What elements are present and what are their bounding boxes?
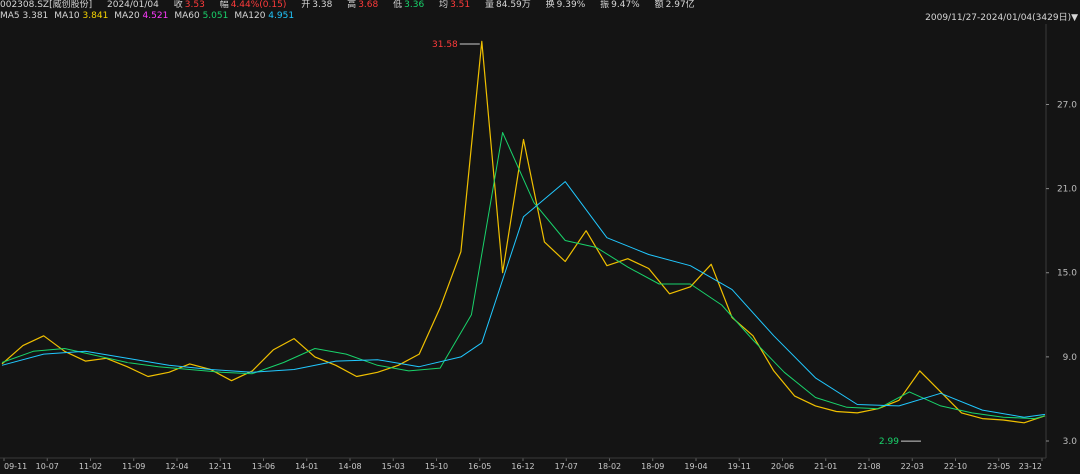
x-tick-label: 14-08 — [338, 462, 361, 471]
x-tick-label: 19-11 — [728, 462, 751, 471]
price-line-3 — [1, 181, 1046, 418]
x-tick-label: 23-05 — [987, 462, 1010, 471]
x-tick-label: 21-08 — [857, 462, 880, 471]
x-tick-label: 22-10 — [944, 462, 967, 471]
y-tick-label: 15.0 — [1057, 269, 1077, 279]
x-tick-label: 21-01 — [814, 462, 837, 471]
y-tick-label: 21.0 — [1057, 185, 1077, 195]
price-chart[interactable]: 3.0 9.0 15.0 21.0 27.0 09-11 10-07 11-02 11-09 12… — [0, 0, 1080, 474]
x-tick-label: 12-04 — [165, 462, 188, 471]
x-tick-label: 20-06 — [771, 462, 794, 471]
x-tick-label: 23-12 — [1019, 462, 1042, 471]
max-price-label: 31.58 — [432, 40, 458, 50]
y-tick-label: 27.0 — [1057, 100, 1077, 110]
x-tick-label: 14-01 — [295, 462, 318, 471]
x-tick-label: 18-02 — [598, 462, 621, 471]
x-tick-label: 19-04 — [684, 462, 707, 471]
price-line-1 — [1, 40, 1046, 424]
x-tick-label: 09-11 — [4, 462, 27, 471]
x-tick-label: 16-12 — [511, 462, 534, 471]
x-tick-label: 10-07 — [36, 462, 59, 471]
x-tick-label: 22-03 — [901, 462, 924, 471]
x-tick-label: 18-09 — [641, 462, 664, 471]
x-tick-label: 15-03 — [382, 462, 405, 471]
price-line-2 — [1, 132, 1046, 420]
x-tick-label: 11-09 — [122, 462, 145, 471]
x-tick-label: 15-10 — [425, 462, 448, 471]
min-price-label: 2.99 — [879, 437, 899, 447]
x-tick-label: 11-02 — [79, 462, 102, 471]
x-tick-label: 13-06 — [252, 462, 275, 471]
x-tick-label: 17-07 — [555, 462, 578, 471]
y-tick-label: 3.0 — [1063, 437, 1078, 447]
x-tick-label: 12-11 — [209, 462, 232, 471]
x-tick-label: 16-05 — [468, 462, 491, 471]
y-tick-label: 9.0 — [1063, 353, 1078, 363]
